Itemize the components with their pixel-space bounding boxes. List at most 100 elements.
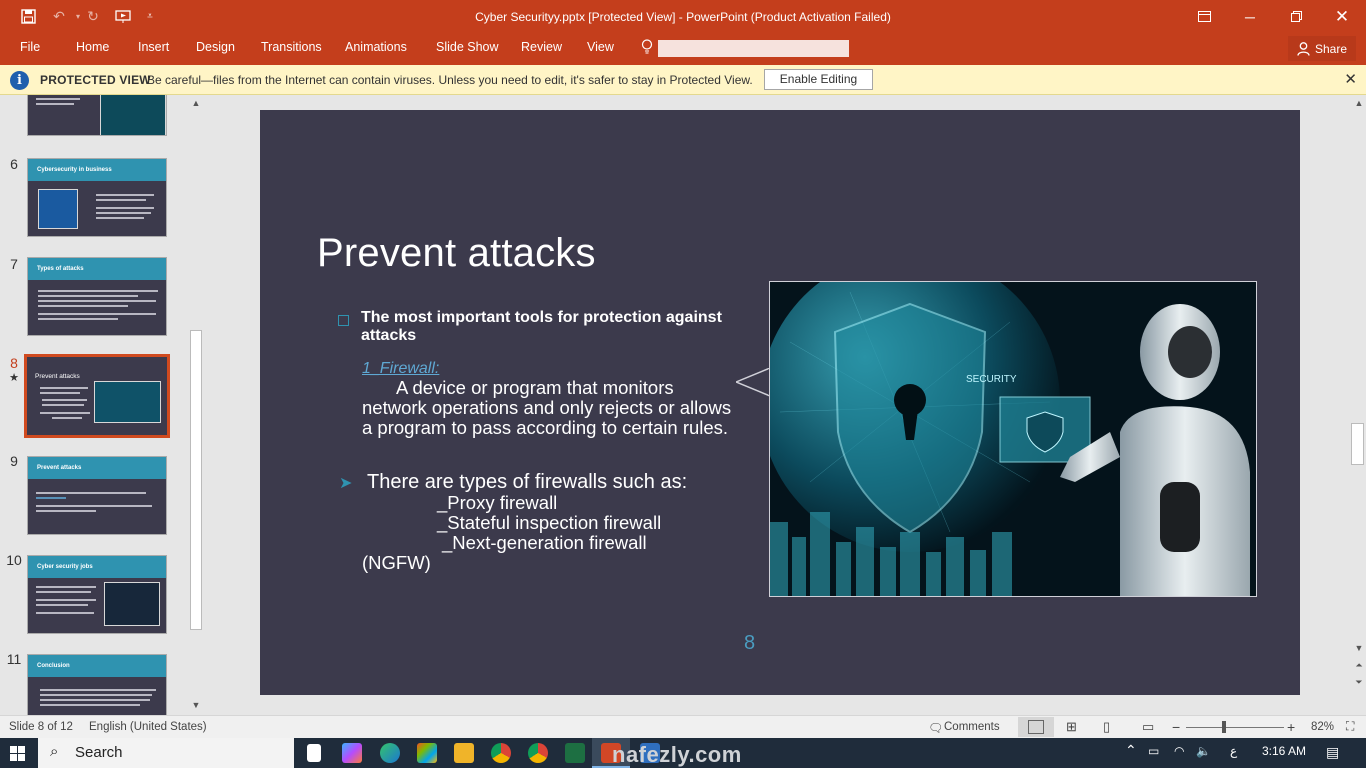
normal-view-icon	[1028, 720, 1044, 734]
share-button[interactable]: Share	[1288, 36, 1356, 61]
status-bar: Slide 8 of 12 English (United States) 🗨 …	[0, 715, 1366, 738]
slide-sorter-icon[interactable]: ⊞	[1066, 719, 1077, 735]
thumbnail-title: Prevent attacks	[37, 465, 82, 471]
language-indicator[interactable]: English (United States)	[89, 721, 207, 733]
minimize-button[interactable]: ─	[1227, 0, 1273, 33]
taskbar-search-label: Search	[75, 744, 123, 761]
firewall-type: _Next-generation firewall	[442, 532, 647, 553]
lightbulb-icon[interactable]	[641, 39, 653, 57]
enable-editing-button[interactable]: Enable Editing	[764, 69, 873, 90]
restore-button[interactable]	[1273, 0, 1319, 33]
edge-icon[interactable]	[380, 743, 400, 763]
slide-canvas: Prevent attacks The most important tools…	[260, 110, 1300, 695]
chrome-icon[interactable]	[528, 743, 548, 763]
clock[interactable]: 3:16 AM	[1262, 744, 1306, 758]
firewall-type: (NGFW)	[362, 552, 431, 573]
slide-number: 10	[6, 552, 22, 568]
protected-view-label: PROTECTED VIEW	[40, 73, 151, 87]
file-explorer-icon[interactable]	[454, 743, 474, 763]
scroll-down-icon[interactable]: ▼	[1352, 643, 1366, 653]
thumbnail-title: Cyber security jobs	[37, 564, 93, 570]
zoom-in-icon[interactable]: +	[1287, 719, 1295, 735]
thumbnail-scrollbar-thumb[interactable]	[190, 330, 202, 630]
tab-slide-show[interactable]: Slide Show	[436, 40, 499, 54]
tab-view[interactable]: View	[587, 40, 614, 54]
slide-thumbnail[interactable]: Cybersecurity in business	[27, 158, 167, 237]
firewall-link[interactable]: 1_Firewall:	[362, 360, 439, 378]
tell-me-input[interactable]	[658, 40, 849, 57]
microsoft-store-icon[interactable]	[417, 743, 437, 763]
image-caption: SECURITY	[966, 374, 1017, 385]
zoom-level[interactable]: 82%	[1311, 721, 1334, 733]
tab-animations[interactable]: Animations	[345, 40, 407, 54]
ribbon-tabs: File Home Insert Design Transitions Anim…	[0, 33, 1366, 65]
slide-thumbnails-pane: 6 Cybersecurity in business 7 Types of a…	[0, 95, 208, 715]
thumbnail-title: Prevent attacks	[35, 373, 80, 380]
close-icon[interactable]: ✕	[1344, 70, 1357, 88]
cyber-security-image[interactable]: SECURITY	[769, 281, 1257, 597]
person-icon	[1297, 41, 1310, 56]
watermark: nafezly.com	[612, 742, 742, 767]
search-icon: ⌕	[50, 743, 59, 760]
tab-review[interactable]: Review	[521, 40, 562, 54]
close-button[interactable]: ✕	[1319, 0, 1365, 33]
square-bullet-icon	[338, 315, 349, 326]
thumbnail-title: Conclusion	[37, 663, 70, 669]
slide-thumbnail[interactable]: Cyber security jobs	[27, 555, 167, 634]
notifications-icon[interactable]: ▤	[1326, 744, 1339, 761]
wifi-icon[interactable]: ◠	[1174, 744, 1184, 758]
slide-number: 7	[10, 256, 18, 272]
slide-number: 9	[10, 453, 18, 469]
battery-icon[interactable]: ▭	[1148, 744, 1159, 758]
protected-view-bar: i PROTECTED VIEW Be careful—files from t…	[0, 65, 1366, 95]
slide-thumbnail[interactable]: Types of attacks	[27, 257, 167, 336]
slide-counter[interactable]: Slide 8 of 12	[9, 721, 73, 733]
animation-star-icon: ★	[9, 372, 19, 384]
comments-icon: 🗨	[928, 721, 944, 735]
slide-show-icon[interactable]: ▭	[1142, 719, 1154, 735]
taskbar-search-box[interactable]: ⌕ Search	[38, 738, 294, 768]
tab-file[interactable]: File	[20, 40, 40, 54]
title-bar: ↶ ▾ ↻ ⩡ Cyber Securityy.pptx [Protected …	[0, 0, 1366, 33]
thumbnail-title: Types of attacks	[37, 266, 84, 272]
zoom-out-icon[interactable]: −	[1172, 719, 1180, 735]
scroll-up-icon[interactable]: ▲	[1352, 98, 1366, 108]
chevron-up-icon[interactable]: ⌃	[1125, 742, 1137, 759]
reading-view-icon[interactable]: ▯	[1103, 719, 1110, 735]
tab-transitions[interactable]: Transitions	[261, 40, 322, 54]
previous-slide-icon[interactable]: ⏶	[1352, 660, 1366, 671]
volume-icon[interactable]: 🔈	[1196, 744, 1211, 758]
tab-home[interactable]: Home	[76, 40, 109, 54]
zoom-slider-track[interactable]	[1186, 727, 1284, 728]
comments-button[interactable]: Comments	[944, 721, 1000, 733]
zoom-slider-thumb[interactable]	[1222, 721, 1226, 733]
callout-pointer	[736, 368, 772, 398]
excel-icon[interactable]	[565, 743, 585, 763]
scroll-down-icon[interactable]: ▼	[189, 700, 203, 710]
slide-thumbnail-active[interactable]: Prevent attacks	[24, 354, 170, 438]
slide-thumbnail[interactable]: Prevent attacks	[27, 456, 167, 535]
share-label: Share	[1314, 41, 1348, 56]
tab-insert[interactable]: Insert	[138, 40, 169, 54]
copilot-icon[interactable]	[342, 743, 362, 763]
editor-scrollbar-thumb[interactable]	[1351, 423, 1364, 465]
slide-thumbnail[interactable]	[27, 95, 167, 136]
chrome-icon[interactable]	[491, 743, 511, 763]
slide-number: 8	[10, 355, 18, 371]
arrow-bullet-icon: ➤	[339, 475, 353, 492]
slide-page-number: 8	[744, 632, 756, 654]
ribbon-display-icon[interactable]	[1181, 0, 1227, 33]
scroll-up-icon[interactable]: ▲	[189, 98, 203, 108]
info-icon: i	[10, 71, 29, 90]
firewall-type: _Stateful inspection firewall	[437, 512, 662, 533]
slide-thumbnail[interactable]: Conclusion	[27, 654, 167, 715]
input-language[interactable]: ع	[1230, 744, 1237, 758]
firewall-type: _Proxy firewall	[437, 492, 558, 513]
bullet-text: There are types of firewalls such as:	[367, 471, 688, 493]
file-icon[interactable]	[307, 744, 321, 762]
tab-design[interactable]: Design	[196, 40, 235, 54]
fit-to-window-icon[interactable]: ⛶	[1346, 719, 1354, 734]
next-slide-icon[interactable]: ⏷	[1352, 677, 1366, 688]
slide-title[interactable]: Prevent attacks	[317, 231, 596, 276]
windows-start-icon[interactable]	[10, 746, 25, 766]
